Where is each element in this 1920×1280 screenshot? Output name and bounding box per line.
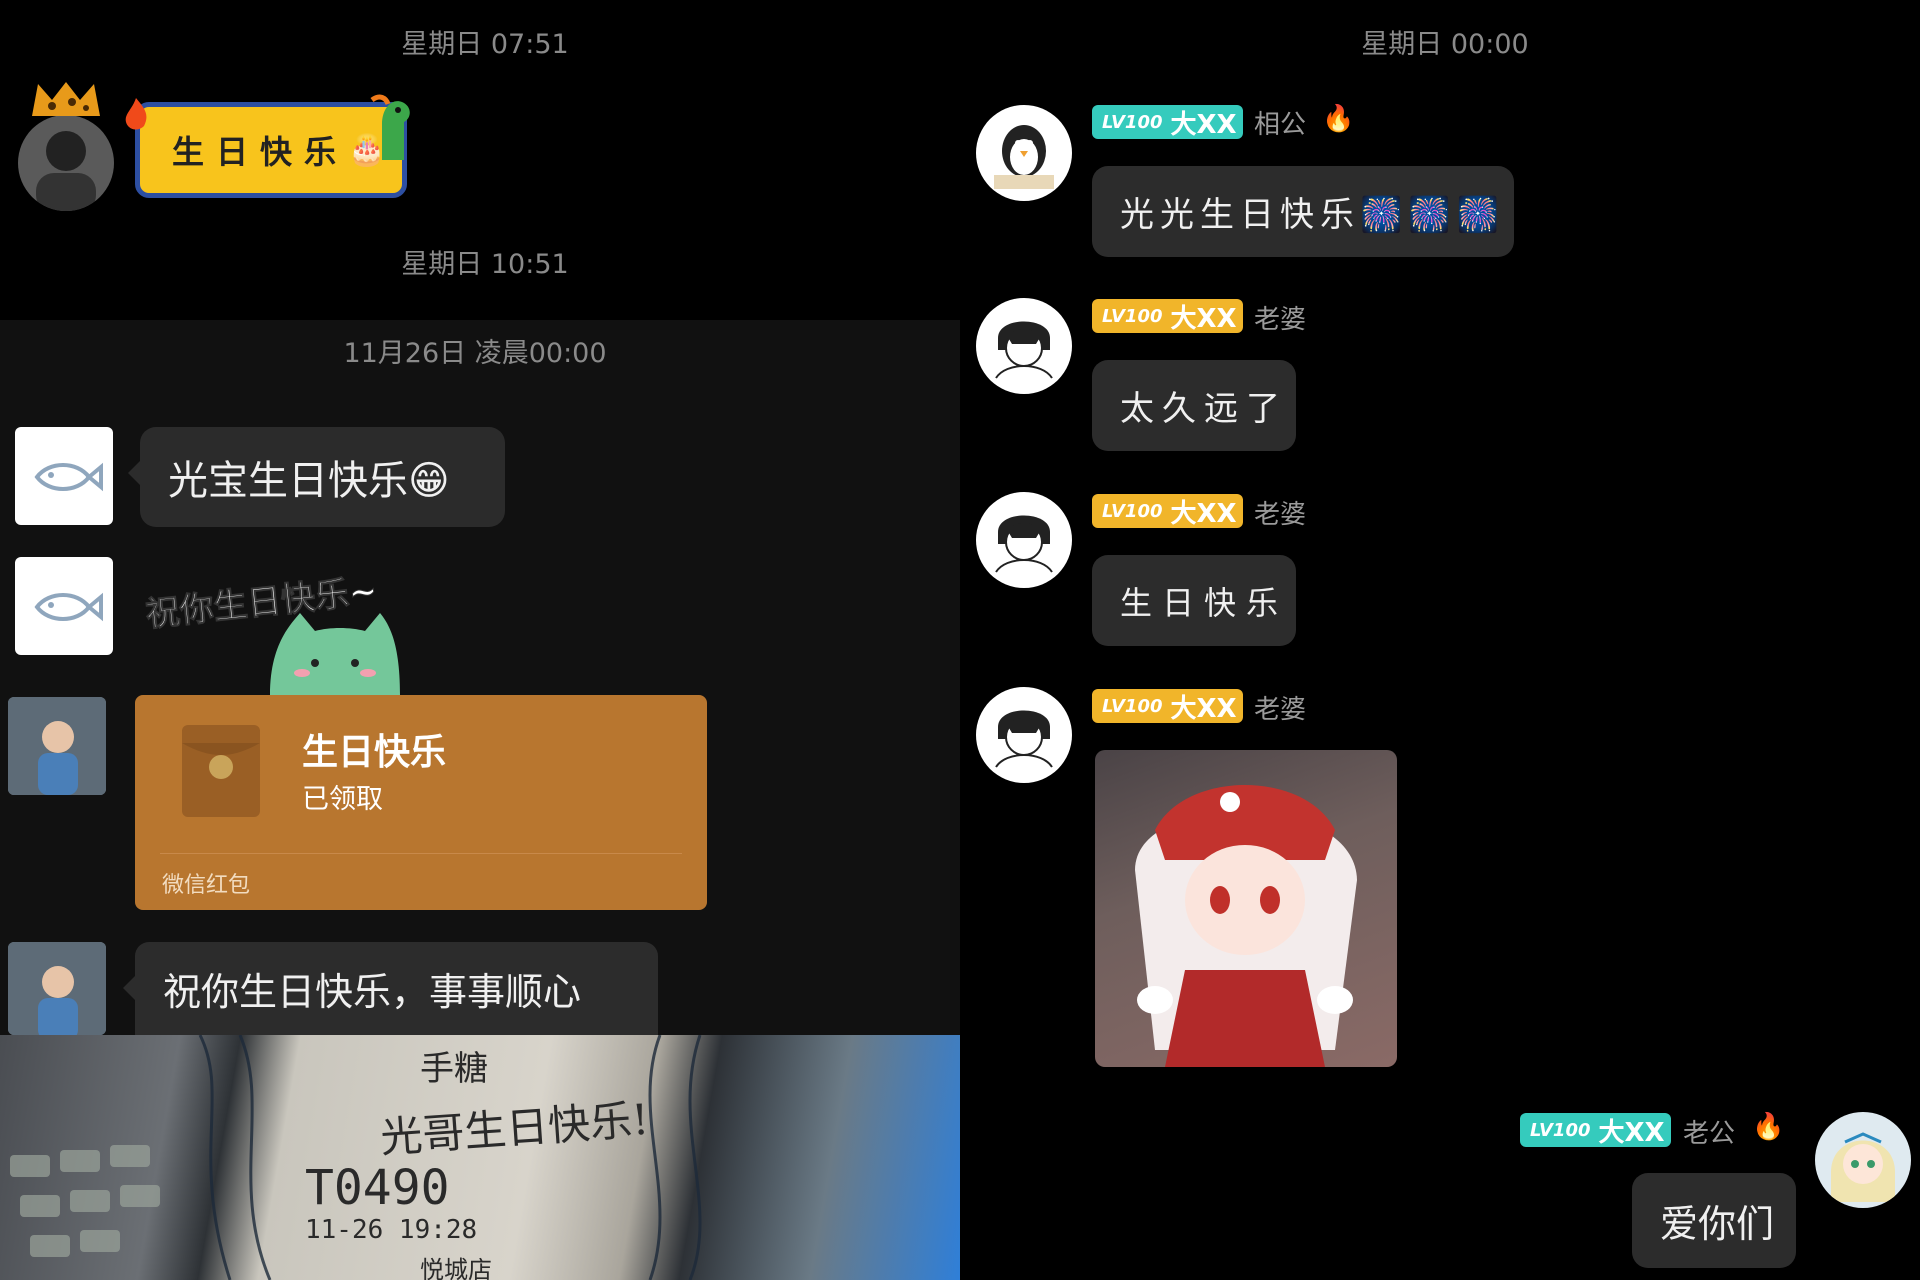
message-text: 祝你生日快乐，事事顺心 — [163, 970, 582, 1014]
cat-sticker[interactable]: 祝你生日快乐~ — [140, 555, 440, 695]
penguin-icon — [994, 125, 1054, 189]
message-text: 太久远了 — [1120, 389, 1288, 429]
level-badge: LV100 大XX — [1092, 689, 1243, 724]
avatar[interactable] — [976, 105, 1072, 201]
fish-icon — [34, 462, 103, 492]
anime-boy-icon — [995, 515, 1053, 573]
sender-name: 老婆 — [1254, 695, 1307, 725]
red-envelope-icon — [182, 725, 260, 817]
anime-girl-icon — [1135, 785, 1357, 1067]
message-bubble[interactable]: 爱你们 — [1632, 1173, 1796, 1268]
timestamp-1: 星期日 07:51 — [401, 29, 569, 60]
avatar[interactable] — [18, 115, 114, 211]
green-cat-icon — [270, 613, 400, 695]
fish-icon — [34, 592, 103, 622]
sticker-line-3: T0490 — [305, 1160, 450, 1216]
level-badge: LV100 大XX — [1520, 1113, 1671, 1148]
message-text: 光宝生日快乐😁 — [168, 458, 450, 504]
leopard-hat-icon — [32, 82, 100, 116]
anime-girl-icon — [1831, 1132, 1895, 1202]
red-packet-status: 已领取 — [302, 784, 383, 815]
message-bubble[interactable]: 光光生日快乐🎆🎆🎆 — [1092, 166, 1514, 257]
user-photo-icon — [36, 131, 96, 211]
message-bubble[interactable]: 生日快乐 — [1092, 555, 1296, 646]
sticker-line-4: 11-26 19:28 — [305, 1215, 478, 1245]
message-text: 光光生日快乐🎆🎆🎆 — [1120, 195, 1506, 235]
cup-photo: 手糖 光哥生日快乐! T0490 11-26 19:28 悦城店 — [0, 1035, 960, 1280]
avatar[interactable] — [8, 697, 106, 795]
red-packet-footer: 微信红包 — [162, 873, 251, 898]
sticker-line-1: 手糖 — [420, 1049, 488, 1089]
avatar[interactable] — [976, 492, 1072, 588]
level-badge: LV100 大XX — [1092, 494, 1243, 529]
baby-photo-icon — [8, 942, 106, 1035]
avatar[interactable] — [976, 687, 1072, 783]
avatar[interactable] — [15, 557, 113, 655]
sender-name: 老婆 — [1254, 305, 1307, 335]
dinosaur-icon — [370, 94, 410, 160]
avatar[interactable] — [976, 298, 1072, 394]
fire-icon: 🔥 — [1752, 1112, 1785, 1142]
sender-name: 相公 — [1254, 110, 1307, 140]
timestamp-3: 11月26日 凌晨00:00 — [343, 338, 607, 369]
message-text: 生日快乐 — [1120, 583, 1289, 622]
sender-name: 老婆 — [1254, 500, 1307, 530]
message-text: 爱你们 — [1660, 1202, 1775, 1246]
sticker-text: 生日快乐 — [172, 133, 349, 171]
red-packet-title: 生日快乐 — [302, 732, 447, 773]
red-packet-card[interactable]: 生日快乐 已领取 微信红包 — [135, 695, 707, 910]
level-badge: LV100 大XX — [1092, 105, 1243, 140]
birthday-sticker[interactable]: 生日快乐 🎂 — [135, 102, 407, 198]
avatar[interactable] — [8, 942, 106, 1035]
message-bubble[interactable]: 太久远了 — [1092, 360, 1296, 451]
timestamp-2: 星期日 10:51 — [401, 249, 569, 280]
sticker-line-5: 悦城店 — [420, 1256, 492, 1280]
avatar[interactable] — [1815, 1112, 1911, 1208]
baby-photo-icon — [8, 697, 106, 795]
image-message[interactable] — [1095, 750, 1397, 1067]
fire-icon: 🔥 — [1322, 104, 1355, 134]
timestamp-right: 星期日 00:00 — [1361, 29, 1529, 60]
divider — [160, 853, 682, 854]
avatar[interactable] — [15, 427, 113, 525]
message-bubble[interactable]: 光宝生日快乐😁 — [128, 427, 505, 527]
level-badge: LV100 大XX — [1092, 299, 1243, 334]
flame-icon — [125, 98, 147, 130]
sender-name: 老公 — [1683, 1119, 1736, 1149]
message-bubble[interactable]: 祝你生日快乐，事事顺心 — [123, 942, 658, 1035]
anime-boy-icon — [995, 321, 1053, 379]
anime-boy-icon — [995, 710, 1053, 768]
